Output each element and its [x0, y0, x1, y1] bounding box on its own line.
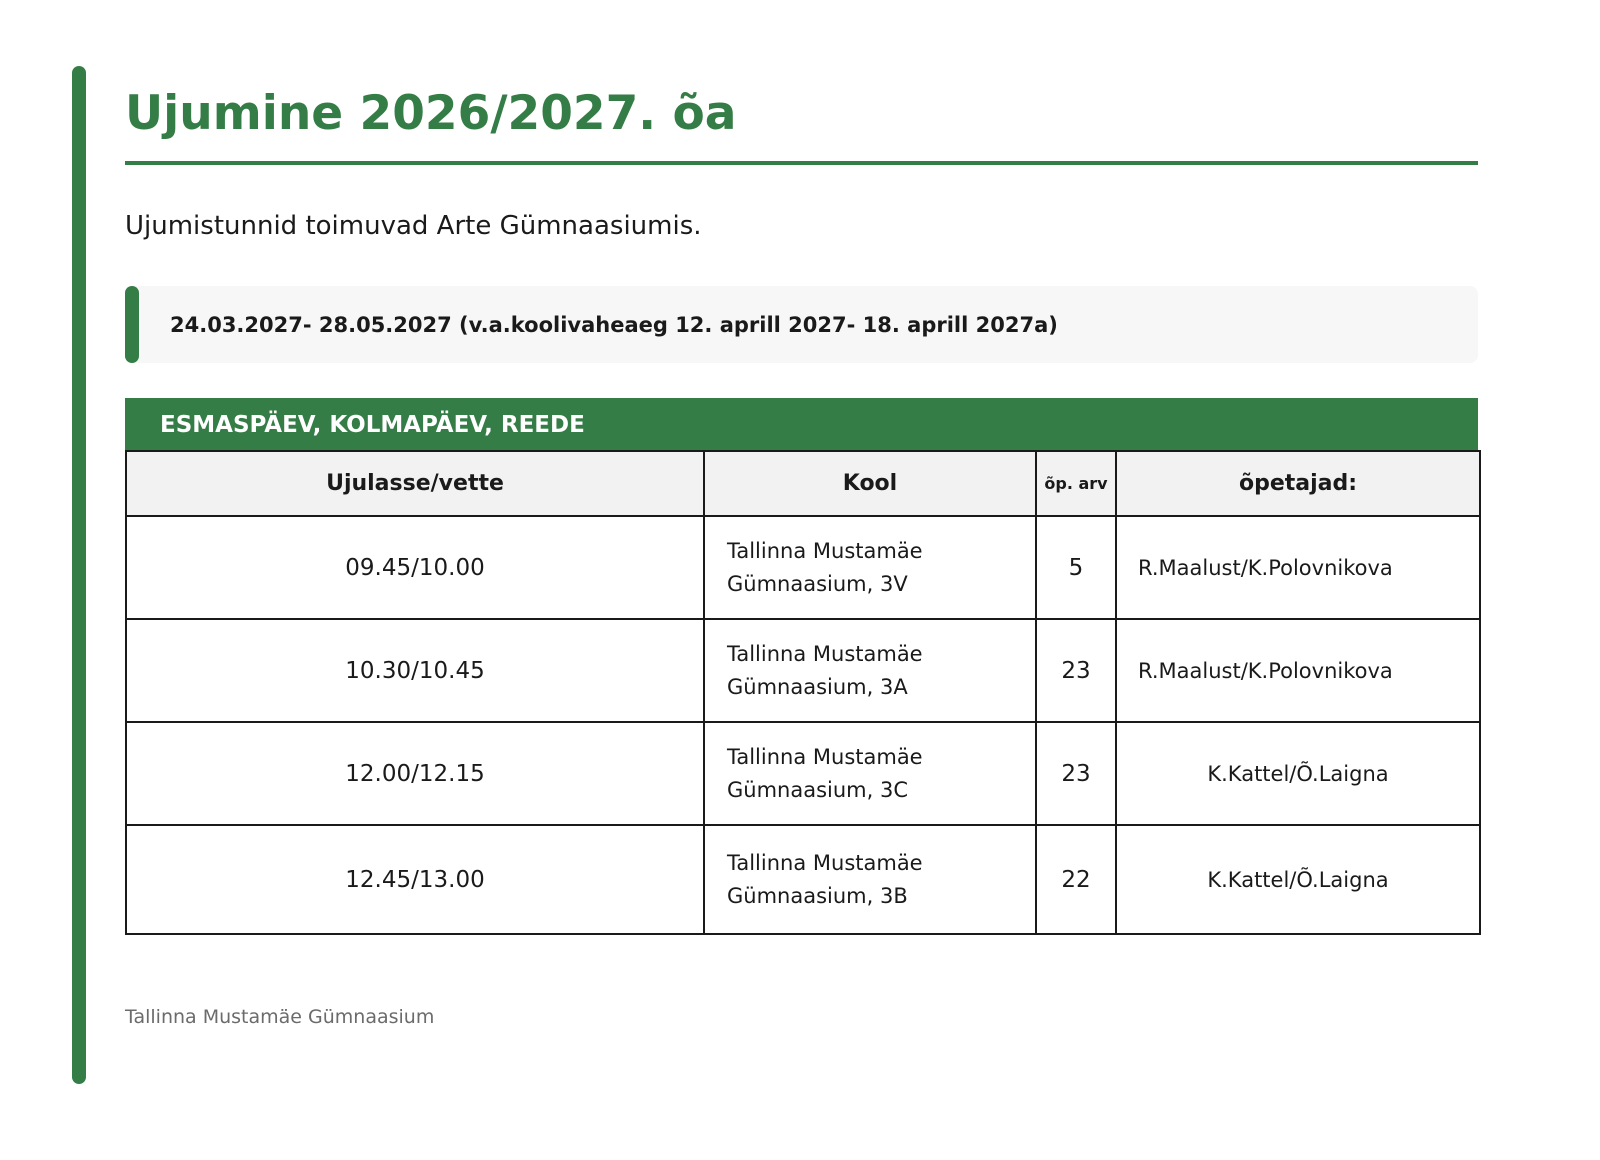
- header-time: Ujulasse/vette: [125, 450, 705, 517]
- table-header-row: Ujulasse/vette Kool õp. arv õpetajad:: [125, 450, 1481, 517]
- cell-teachers: R.Maalust/K.Polovnikova: [1115, 515, 1481, 620]
- days-header: ESMASPÄEV, KOLMAPÄEV, REEDE: [125, 398, 1478, 450]
- cell-teachers: R.Maalust/K.Polovnikova: [1115, 618, 1481, 723]
- school-line-1: Tallinna Mustamäe: [727, 744, 923, 769]
- table-row: 12.45/13.00 Tallinna Mustamäe Gümnaasium,…: [125, 824, 1481, 935]
- cell-time: 10.30/10.45: [125, 618, 705, 723]
- header-teachers: õpetajad:: [1115, 450, 1481, 517]
- school-line-2: Gümnaasium, 3C: [727, 777, 909, 802]
- cell-school: Tallinna Mustamäe Gümnaasium, 3B: [703, 824, 1037, 935]
- period-accent-bar: [125, 286, 139, 363]
- period-callout: 24.03.2027- 28.05.2027 (v.a.koolivaheaeg…: [125, 286, 1478, 363]
- school-line-1: Tallinna Mustamäe: [727, 641, 923, 666]
- cell-school: Tallinna Mustamäe Gümnaasium, 3A: [703, 618, 1037, 723]
- cell-count: 5: [1035, 515, 1117, 620]
- school-line-2: Gümnaasium, 3A: [727, 674, 908, 699]
- school-line-2: Gümnaasium, 3B: [727, 883, 908, 908]
- title-divider: [125, 161, 1478, 165]
- cell-count: 23: [1035, 721, 1117, 826]
- page-title: Ujumine 2026/2027. õa: [125, 86, 737, 141]
- schedule-table: Ujulasse/vette Kool õp. arv õpetajad: 09…: [125, 450, 1481, 935]
- cell-time: 09.45/10.00: [125, 515, 705, 620]
- intro-text: Ujumistunnid toimuvad Arte Gümnaasiumis.: [125, 211, 702, 241]
- cell-count: 23: [1035, 618, 1117, 723]
- header-school: Kool: [703, 450, 1037, 517]
- school-line-2: Gümnaasium, 3V: [727, 571, 908, 596]
- table-row: 12.00/12.15 Tallinna Mustamäe Gümnaasium,…: [125, 721, 1481, 826]
- cell-time: 12.00/12.15: [125, 721, 705, 826]
- table-row: 10.30/10.45 Tallinna Mustamäe Gümnaasium,…: [125, 618, 1481, 723]
- school-line-1: Tallinna Mustamäe: [727, 850, 923, 875]
- left-accent-bar: [72, 66, 86, 1084]
- footer-text: Tallinna Mustamäe Gümnaasium: [125, 1006, 435, 1028]
- cell-teachers: K.Kattel/Õ.Laigna: [1115, 721, 1481, 826]
- cell-school: Tallinna Mustamäe Gümnaasium, 3C: [703, 721, 1037, 826]
- cell-teachers: K.Kattel/Õ.Laigna: [1115, 824, 1481, 935]
- header-count: õp. arv: [1035, 450, 1117, 517]
- school-line-1: Tallinna Mustamäe: [727, 538, 923, 563]
- days-text: ESMASPÄEV, KOLMAPÄEV, REEDE: [160, 412, 585, 438]
- table-row: 09.45/10.00 Tallinna Mustamäe Gümnaasium,…: [125, 515, 1481, 620]
- cell-count: 22: [1035, 824, 1117, 935]
- cell-school: Tallinna Mustamäe Gümnaasium, 3V: [703, 515, 1037, 620]
- cell-time: 12.45/13.00: [125, 824, 705, 935]
- period-text: 24.03.2027- 28.05.2027 (v.a.koolivaheaeg…: [170, 313, 1058, 337]
